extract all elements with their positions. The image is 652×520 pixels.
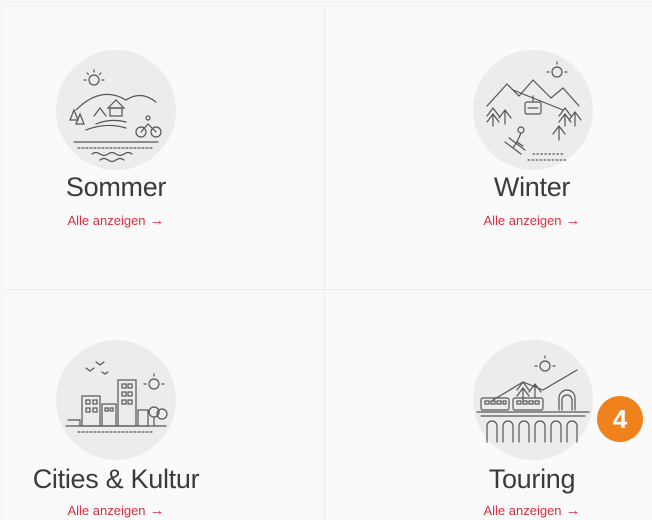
show-all-label: Alle anzeigen — [483, 213, 562, 228]
category-title: Touring — [488, 464, 576, 494]
show-all-label: Alle anzeigen — [483, 503, 562, 518]
winter-illustration-icon — [473, 50, 593, 170]
arrow-right-icon: → — [565, 212, 581, 229]
grid-top-divider — [4, 6, 652, 7]
show-all-label: Alle anzeigen — [67, 503, 146, 518]
category-title: Cities & Kultur — [32, 464, 200, 494]
summer-illustration-icon — [56, 50, 176, 170]
arrow-right-icon: → — [149, 212, 165, 229]
show-all-link[interactable]: Alle anzeigen → — [483, 502, 580, 519]
show-all-link[interactable]: Alle anzeigen → — [67, 212, 164, 229]
arrow-right-icon: → — [565, 502, 581, 519]
category-title: Winter — [493, 172, 571, 202]
touring-illustration-icon — [473, 340, 593, 460]
grid-vertical-divider — [324, 8, 325, 520]
step-number-badge: 4 — [597, 396, 643, 442]
show-all-label: Alle anzeigen — [67, 213, 146, 228]
city-illustration-icon — [56, 340, 176, 460]
show-all-link[interactable]: Alle anzeigen → — [483, 212, 580, 229]
category-title: Sommer — [65, 172, 167, 202]
grid-horizontal-divider — [4, 289, 652, 290]
arrow-right-icon: → — [149, 502, 165, 519]
show-all-link[interactable]: Alle anzeigen → — [67, 502, 164, 519]
